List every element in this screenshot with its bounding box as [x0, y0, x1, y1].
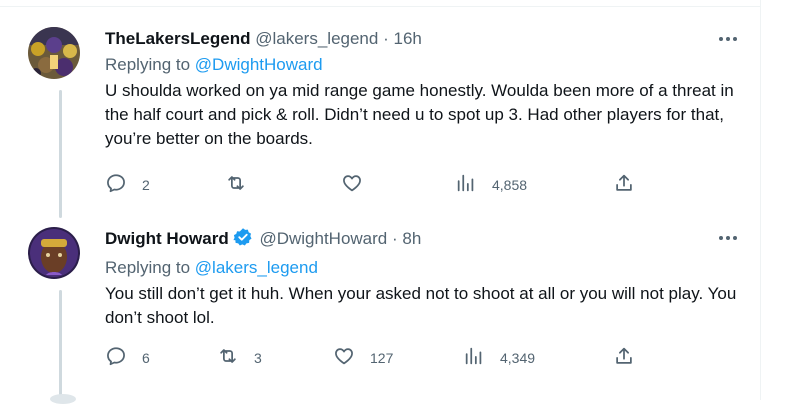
share-button[interactable]: [613, 345, 635, 370]
share-icon: [613, 172, 635, 197]
user-handle[interactable]: @lakers_legend: [255, 29, 378, 48]
views-button[interactable]: 4,349: [463, 345, 535, 370]
share-icon: [613, 345, 635, 370]
like-count: 127: [370, 349, 394, 366]
views-icon: [455, 172, 477, 197]
views-count: 4,858: [492, 176, 528, 193]
replying-to-label: Replying to: [105, 258, 191, 277]
like-icon: [333, 345, 355, 370]
reply-button[interactable]: 6: [105, 345, 150, 370]
avatar[interactable]: [28, 27, 80, 79]
user-handle[interactable]: @DwightHoward: [259, 229, 387, 248]
reply-icon: [105, 172, 127, 197]
replying-to-mention[interactable]: @DwightHoward: [195, 55, 323, 74]
reply-icon: [105, 345, 127, 370]
like-button[interactable]: 127: [333, 345, 393, 370]
replying-to: Replying to @lakers_legend: [105, 257, 740, 279]
retweet-icon: [225, 172, 247, 197]
replying-to: Replying to @DwightHoward: [105, 54, 740, 76]
reply-button[interactable]: 2: [105, 172, 150, 197]
display-name[interactable]: Dwight Howard: [105, 229, 229, 248]
retweet-button[interactable]: [225, 172, 262, 197]
tweet-header: Dwight Howard @DwightHoward · 8h: [105, 227, 740, 253]
timestamp[interactable]: 16h: [393, 29, 421, 48]
more-icon[interactable]: [716, 227, 740, 249]
tweet-text: You still don’t get it huh. When your as…: [105, 284, 737, 327]
reply-count: 6: [142, 349, 150, 366]
share-button[interactable]: [613, 172, 635, 197]
tweet-dwight-howard[interactable]: Dwight Howard @DwightHoward · 8h Replyin…: [0, 215, 760, 395]
reply-count: 2: [142, 176, 150, 193]
separator-dot: ·: [383, 29, 389, 48]
views-icon: [463, 345, 485, 370]
retweet-button[interactable]: 3: [217, 345, 262, 370]
views-button[interactable]: 4,858: [455, 172, 527, 197]
replying-to-mention[interactable]: @lakers_legend: [195, 258, 318, 277]
avatar[interactable]: [28, 227, 80, 279]
like-button[interactable]: [341, 172, 378, 197]
tweet-header: TheLakersLegend @lakers_legend · 16h: [105, 28, 740, 50]
timestamp[interactable]: 8h: [402, 229, 421, 248]
column-divider: [760, 0, 761, 400]
action-bar: 6 3 127 4,349: [105, 345, 740, 371]
views-count: 4,349: [500, 349, 536, 366]
tweet-lakers-legend[interactable]: TheLakersLegend @lakers_legend · 16h Rep…: [0, 0, 760, 215]
like-icon: [341, 172, 363, 197]
separator-dot: ·: [392, 229, 398, 248]
display-name[interactable]: TheLakersLegend: [105, 29, 251, 48]
action-bar: 2 4,858: [105, 172, 740, 198]
retweet-icon: [217, 345, 239, 370]
tweet-text: U shoulda worked on ya mid range game ho…: [105, 81, 734, 148]
verified-badge-icon: [233, 227, 253, 253]
replying-to-label: Replying to: [105, 55, 191, 74]
more-icon[interactable]: [716, 28, 740, 50]
next-tweet-avatar[interactable]: [50, 394, 76, 404]
retweet-count: 3: [254, 349, 262, 366]
